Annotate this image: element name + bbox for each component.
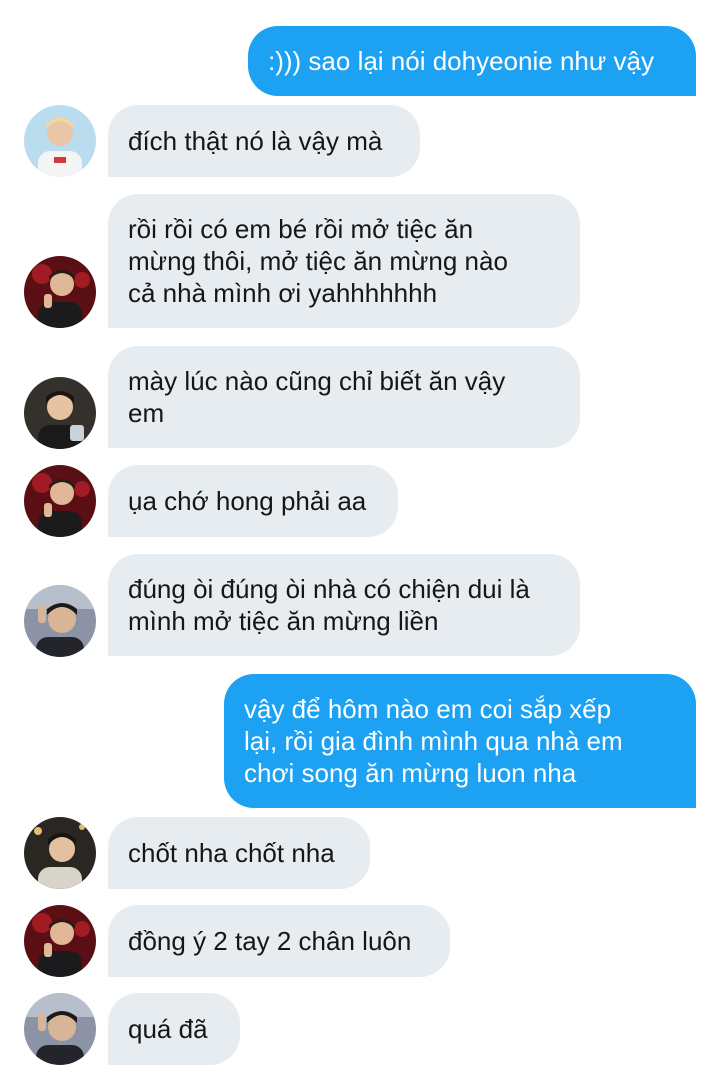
message-bubble-outgoing[interactable]: :))) sao lại nói dohyeonie như vậy bbox=[248, 26, 696, 96]
message-bubble-incoming[interactable]: rồi rồi có em bé rồi mở tiệc ăn mừng thô… bbox=[108, 194, 580, 328]
message-text: đồng ý 2 tay 2 chân luôn bbox=[128, 926, 412, 956]
message-text: đích thật nó là vậy mà bbox=[128, 126, 383, 156]
avatar[interactable] bbox=[24, 905, 96, 977]
message-text: quá đã bbox=[128, 1014, 208, 1044]
message-bubble-incoming[interactable]: đúng òi đúng òi nhà có chiện dui là mình… bbox=[108, 554, 580, 656]
avatar[interactable] bbox=[24, 377, 96, 449]
message-text: :))) sao lại nói dohyeonie như vậy bbox=[268, 46, 654, 76]
avatar[interactable] bbox=[24, 993, 96, 1065]
message-bubble-incoming[interactable]: ụa chớ hong phải aa bbox=[108, 465, 398, 537]
message-text: mày lúc nào cũng chỉ biết ăn vậy em bbox=[128, 366, 506, 428]
avatar[interactable] bbox=[24, 585, 96, 657]
message-text: ụa chớ hong phải aa bbox=[128, 486, 367, 516]
message-bubble-incoming[interactable]: quá đã bbox=[108, 993, 240, 1065]
chat-thread: :))) sao lại nói dohyeonie như vậy đích … bbox=[0, 0, 720, 1078]
message-bubble-incoming[interactable]: mày lúc nào cũng chỉ biết ăn vậy em bbox=[108, 346, 580, 448]
message-bubble-incoming[interactable]: đích thật nó là vậy mà bbox=[108, 105, 420, 177]
message-text: vậy để hôm nào em coi sắp xếp lại, rồi g… bbox=[244, 694, 623, 788]
message-text: rồi rồi có em bé rồi mở tiệc ăn mừng thô… bbox=[128, 214, 508, 308]
avatar[interactable] bbox=[24, 105, 96, 177]
avatar[interactable] bbox=[24, 465, 96, 537]
message-text: đúng òi đúng òi nhà có chiện dui là mình… bbox=[128, 574, 530, 636]
message-bubble-incoming[interactable]: đồng ý 2 tay 2 chân luôn bbox=[108, 905, 450, 977]
message-bubble-incoming[interactable]: chốt nha chốt nha bbox=[108, 817, 370, 889]
avatar[interactable] bbox=[24, 256, 96, 328]
message-text: chốt nha chốt nha bbox=[128, 838, 335, 868]
message-bubble-outgoing[interactable]: vậy để hôm nào em coi sắp xếp lại, rồi g… bbox=[224, 674, 696, 808]
avatar[interactable] bbox=[24, 817, 96, 889]
